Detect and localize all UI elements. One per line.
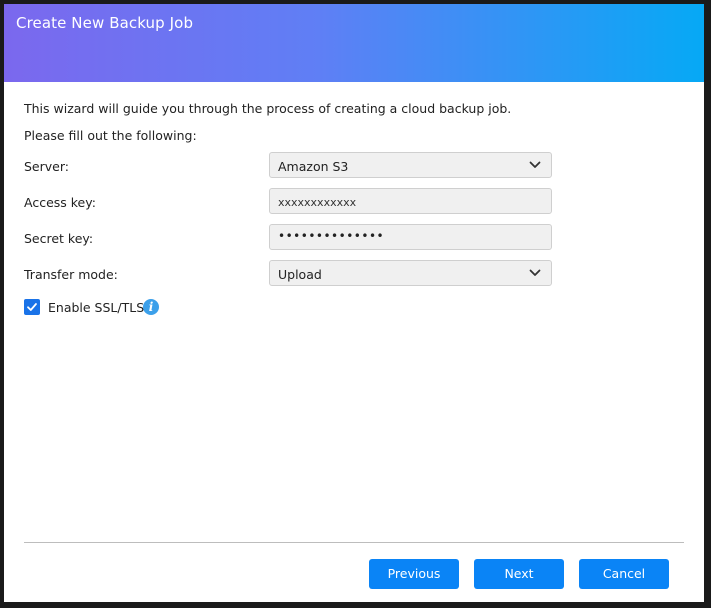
server-row: Server: Amazon S3 [24, 152, 564, 180]
previous-button[interactable]: Previous [369, 559, 459, 589]
transfer-mode-selected-value: Upload [278, 267, 322, 282]
access-key-row: Access key: xxxxxxxxxxxx [24, 188, 564, 216]
secret-key-row: Secret key: •••••••••••••• [24, 224, 564, 252]
cancel-button[interactable]: Cancel [579, 559, 669, 589]
access-key-value: xxxxxxxxxxxx [278, 196, 357, 209]
transfer-mode-label: Transfer mode: [24, 267, 118, 282]
enable-ssl-checkbox[interactable] [24, 299, 40, 315]
footer-divider [24, 542, 684, 543]
transfer-mode-row: Transfer mode: Upload [24, 260, 564, 288]
dialog-header: Create New Backup Job [4, 4, 704, 82]
wizard-intro-text: This wizard will guide you through the p… [24, 101, 512, 116]
enable-ssl-label[interactable]: Enable SSL/TLS [48, 300, 144, 315]
chevron-down-icon [529, 161, 541, 168]
backup-job-dialog: Create New Backup Job This wizard will g… [4, 4, 704, 602]
chevron-down-icon [529, 269, 541, 276]
access-key-label: Access key: [24, 195, 96, 210]
server-label: Server: [24, 159, 69, 174]
checkmark-icon [27, 303, 37, 311]
secret-key-value: •••••••••••••• [278, 229, 385, 243]
transfer-mode-select[interactable]: Upload [269, 260, 552, 286]
server-selected-value: Amazon S3 [278, 159, 349, 174]
secret-key-label: Secret key: [24, 231, 94, 246]
server-select[interactable]: Amazon S3 [269, 152, 552, 178]
dialog-title: Create New Backup Job [16, 14, 194, 32]
access-key-input[interactable]: xxxxxxxxxxxx [269, 188, 552, 214]
ssl-row: Enable SSL/TLS i [24, 298, 324, 318]
wizard-subintro-text: Please fill out the following: [24, 128, 197, 143]
info-icon[interactable]: i [143, 299, 159, 315]
next-button[interactable]: Next [474, 559, 564, 589]
secret-key-input[interactable]: •••••••••••••• [269, 224, 552, 250]
